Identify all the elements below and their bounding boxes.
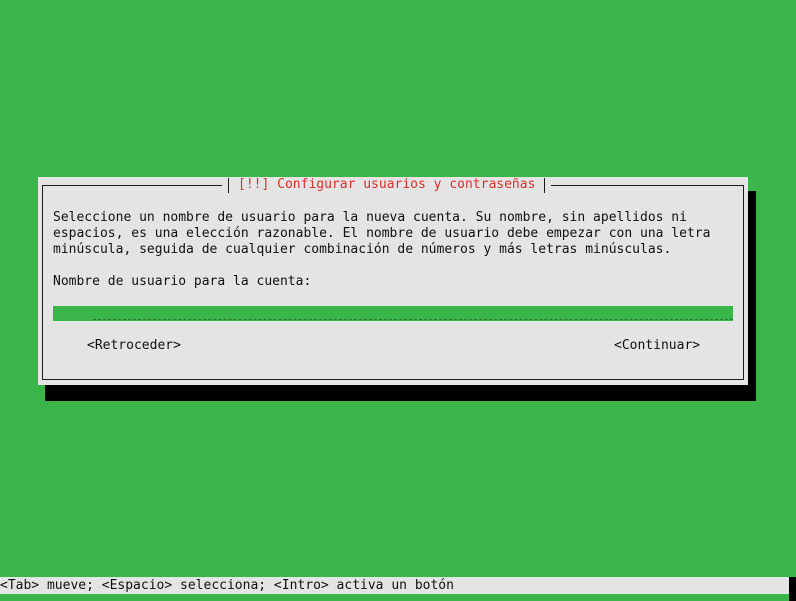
input-fill-line xyxy=(93,319,733,320)
installer-screen: [!!] Configurar usuarios y contraseñas S… xyxy=(0,0,796,601)
status-bar-edge xyxy=(789,577,796,601)
dialog-description: Seleccione un nombre de usuario para la … xyxy=(53,210,711,257)
username-input[interactable]: root xyxy=(53,306,733,321)
back-button[interactable]: <Retroceder> xyxy=(87,338,181,354)
dialog-title: [!!] Configurar usuarios y contraseñas xyxy=(238,177,536,192)
dialog-title-bar: [!!] Configurar usuarios y contraseñas xyxy=(222,177,552,193)
status-bar: <Tab> mueve; <Espacio> selecciona; <Intr… xyxy=(0,577,790,594)
title-right-tick xyxy=(544,177,546,193)
continue-button[interactable]: <Continuar> xyxy=(614,338,700,354)
username-prompt: Nombre de usuario para la cuenta: xyxy=(53,274,312,289)
configure-users-dialog: [!!] Configurar usuarios y contraseñas S… xyxy=(38,177,748,385)
